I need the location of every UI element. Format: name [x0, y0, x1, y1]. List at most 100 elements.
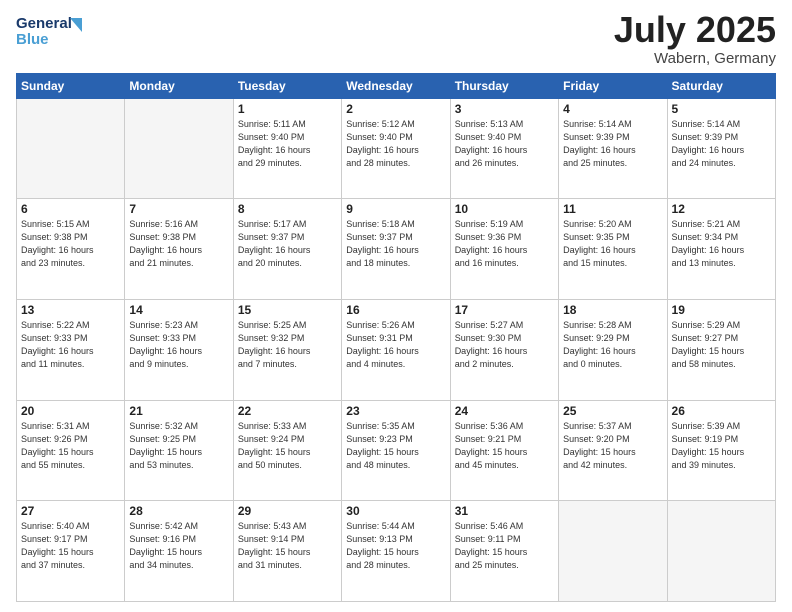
calendar-cell: 26Sunrise: 5:39 AM Sunset: 9:19 PM Dayli…	[667, 400, 775, 501]
cell-daylight-info: Sunrise: 5:14 AM Sunset: 9:39 PM Dayligh…	[672, 118, 771, 170]
calendar-cell: 12 Sunrise: 5:21 AM Sunset: 9:34 PM Dayli…	[667, 199, 775, 300]
calendar-week-2: 6 Sunrise: 5:15 AM Sunset: 9:38 PM Daylig…	[17, 199, 776, 300]
cell-date-number: 14	[129, 303, 228, 317]
col-friday: Friday	[559, 73, 667, 98]
cell-daylight-info: Sunrise: 5:40 AM Sunset: 9:17 PM Dayligh…	[21, 520, 120, 572]
cell-daylight-info: Sunrise: 5:13 AM Sunset: 9:40 PM Dayligh…	[455, 118, 554, 170]
cell-daylight-info: Sunrise: 5:39 AM Sunset: 9:19 PM Dayligh…	[672, 420, 771, 472]
cell-daylight-info: Sunrise: 5:16 AM Sunset: 9:38 PM Dayligh…	[129, 218, 228, 270]
cell-date-number: 31	[455, 504, 554, 518]
calendar-cell: 3 Sunrise: 5:13 AM Sunset: 9:40 PM Daylig…	[450, 98, 558, 199]
cell-date-number: 12	[672, 202, 771, 216]
cell-daylight-info: Sunrise: 5:26 AM Sunset: 9:31 PM Dayligh…	[346, 319, 445, 371]
cell-daylight-info: Sunrise: 5:19 AM Sunset: 9:36 PM Dayligh…	[455, 218, 554, 270]
cell-date-number: 30	[346, 504, 445, 518]
calendar-cell: 27Sunrise: 5:40 AM Sunset: 9:17 PM Dayli…	[17, 501, 125, 602]
calendar-cell: 5 Sunrise: 5:14 AM Sunset: 9:39 PM Daylig…	[667, 98, 775, 199]
cell-daylight-info: Sunrise: 5:23 AM Sunset: 9:33 PM Dayligh…	[129, 319, 228, 371]
cell-date-number: 4	[563, 102, 662, 116]
col-sunday: Sunday	[17, 73, 125, 98]
cell-date-number: 2	[346, 102, 445, 116]
cell-date-number: 22	[238, 404, 337, 418]
cell-daylight-info: Sunrise: 5:46 AM Sunset: 9:11 PM Dayligh…	[455, 520, 554, 572]
calendar-cell: 8 Sunrise: 5:17 AM Sunset: 9:37 PM Daylig…	[233, 199, 341, 300]
title-area: July 2025 Wabern, Germany	[614, 10, 776, 67]
calendar-week-4: 20Sunrise: 5:31 AM Sunset: 9:26 PM Dayli…	[17, 400, 776, 501]
cell-daylight-info: Sunrise: 5:44 AM Sunset: 9:13 PM Dayligh…	[346, 520, 445, 572]
calendar-cell: 21Sunrise: 5:32 AM Sunset: 9:25 PM Dayli…	[125, 400, 233, 501]
cell-daylight-info: Sunrise: 5:25 AM Sunset: 9:32 PM Dayligh…	[238, 319, 337, 371]
calendar-week-1: 1Sunrise: 5:11 AM Sunset: 9:40 PM Daylig…	[17, 98, 776, 199]
calendar-cell: 9 Sunrise: 5:18 AM Sunset: 9:37 PM Daylig…	[342, 199, 450, 300]
calendar-cell: 22Sunrise: 5:33 AM Sunset: 9:24 PM Dayli…	[233, 400, 341, 501]
calendar-cell: 19 Sunrise: 5:29 AM Sunset: 9:27 PM Dayli…	[667, 299, 775, 400]
calendar-cell	[125, 98, 233, 199]
calendar-cell: 24 Sunrise: 5:36 AM Sunset: 9:21 PM Dayli…	[450, 400, 558, 501]
month-title: July 2025	[614, 10, 776, 50]
col-thursday: Thursday	[450, 73, 558, 98]
calendar-cell: 4 Sunrise: 5:14 AM Sunset: 9:39 PM Daylig…	[559, 98, 667, 199]
calendar-cell: 10Sunrise: 5:19 AM Sunset: 9:36 PM Dayli…	[450, 199, 558, 300]
cell-date-number: 16	[346, 303, 445, 317]
calendar-header-row: Sunday Monday Tuesday Wednesday Thursday…	[17, 73, 776, 98]
cell-daylight-info: Sunrise: 5:17 AM Sunset: 9:37 PM Dayligh…	[238, 218, 337, 270]
calendar-week-5: 27Sunrise: 5:40 AM Sunset: 9:17 PM Dayli…	[17, 501, 776, 602]
svg-text:Blue: Blue	[16, 31, 49, 48]
header: General Blue July 2025 Wabern, Germany	[16, 10, 776, 67]
calendar-cell: 16 Sunrise: 5:26 AM Sunset: 9:31 PM Dayli…	[342, 299, 450, 400]
cell-date-number: 18	[563, 303, 662, 317]
calendar-cell	[559, 501, 667, 602]
cell-date-number: 8	[238, 202, 337, 216]
cell-daylight-info: Sunrise: 5:21 AM Sunset: 9:34 PM Dayligh…	[672, 218, 771, 270]
cell-date-number: 3	[455, 102, 554, 116]
cell-date-number: 20	[21, 404, 120, 418]
calendar-cell: 13Sunrise: 5:22 AM Sunset: 9:33 PM Dayli…	[17, 299, 125, 400]
cell-date-number: 29	[238, 504, 337, 518]
cell-date-number: 7	[129, 202, 228, 216]
calendar-table: Sunday Monday Tuesday Wednesday Thursday…	[16, 73, 776, 602]
cell-date-number: 9	[346, 202, 445, 216]
cell-daylight-info: Sunrise: 5:14 AM Sunset: 9:39 PM Dayligh…	[563, 118, 662, 170]
cell-daylight-info: Sunrise: 5:36 AM Sunset: 9:21 PM Dayligh…	[455, 420, 554, 472]
cell-date-number: 24	[455, 404, 554, 418]
col-tuesday: Tuesday	[233, 73, 341, 98]
calendar-cell	[667, 501, 775, 602]
calendar-cell: 6 Sunrise: 5:15 AM Sunset: 9:38 PM Daylig…	[17, 199, 125, 300]
cell-date-number: 19	[672, 303, 771, 317]
calendar-cell	[17, 98, 125, 199]
cell-daylight-info: Sunrise: 5:27 AM Sunset: 9:30 PM Dayligh…	[455, 319, 554, 371]
cell-daylight-info: Sunrise: 5:28 AM Sunset: 9:29 PM Dayligh…	[563, 319, 662, 371]
col-monday: Monday	[125, 73, 233, 98]
cell-date-number: 13	[21, 303, 120, 317]
calendar-cell: 15Sunrise: 5:25 AM Sunset: 9:32 PM Dayli…	[233, 299, 341, 400]
calendar-cell: 29 Sunrise: 5:43 AM Sunset: 9:14 PM Dayli…	[233, 501, 341, 602]
cell-daylight-info: Sunrise: 5:32 AM Sunset: 9:25 PM Dayligh…	[129, 420, 228, 472]
calendar-cell: 18 Sunrise: 5:28 AM Sunset: 9:29 PM Dayli…	[559, 299, 667, 400]
calendar-cell: 25Sunrise: 5:37 AM Sunset: 9:20 PM Dayli…	[559, 400, 667, 501]
calendar-cell: 17 Sunrise: 5:27 AM Sunset: 9:30 PM Dayli…	[450, 299, 558, 400]
cell-date-number: 17	[455, 303, 554, 317]
calendar-cell: 1Sunrise: 5:11 AM Sunset: 9:40 PM Daylig…	[233, 98, 341, 199]
calendar-cell: 20Sunrise: 5:31 AM Sunset: 9:26 PM Dayli…	[17, 400, 125, 501]
logo-icon: General Blue	[16, 10, 106, 54]
calendar-cell: 11Sunrise: 5:20 AM Sunset: 9:35 PM Dayli…	[559, 199, 667, 300]
cell-date-number: 23	[346, 404, 445, 418]
cell-date-number: 11	[563, 202, 662, 216]
cell-daylight-info: Sunrise: 5:29 AM Sunset: 9:27 PM Dayligh…	[672, 319, 771, 371]
col-wednesday: Wednesday	[342, 73, 450, 98]
page: General Blue July 2025 Wabern, Germany S…	[0, 0, 792, 612]
calendar-cell: 7 Sunrise: 5:16 AM Sunset: 9:38 PM Daylig…	[125, 199, 233, 300]
calendar-cell: 14 Sunrise: 5:23 AM Sunset: 9:33 PM Dayli…	[125, 299, 233, 400]
cell-date-number: 28	[129, 504, 228, 518]
cell-date-number: 5	[672, 102, 771, 116]
calendar-cell: 2 Sunrise: 5:12 AM Sunset: 9:40 PM Daylig…	[342, 98, 450, 199]
cell-daylight-info: Sunrise: 5:43 AM Sunset: 9:14 PM Dayligh…	[238, 520, 337, 572]
cell-daylight-info: Sunrise: 5:18 AM Sunset: 9:37 PM Dayligh…	[346, 218, 445, 270]
cell-daylight-info: Sunrise: 5:15 AM Sunset: 9:38 PM Dayligh…	[21, 218, 120, 270]
logo: General Blue	[16, 10, 106, 54]
calendar-week-3: 13Sunrise: 5:22 AM Sunset: 9:33 PM Dayli…	[17, 299, 776, 400]
cell-daylight-info: Sunrise: 5:12 AM Sunset: 9:40 PM Dayligh…	[346, 118, 445, 170]
cell-date-number: 6	[21, 202, 120, 216]
cell-daylight-info: Sunrise: 5:42 AM Sunset: 9:16 PM Dayligh…	[129, 520, 228, 572]
location: Wabern, Germany	[614, 50, 776, 67]
